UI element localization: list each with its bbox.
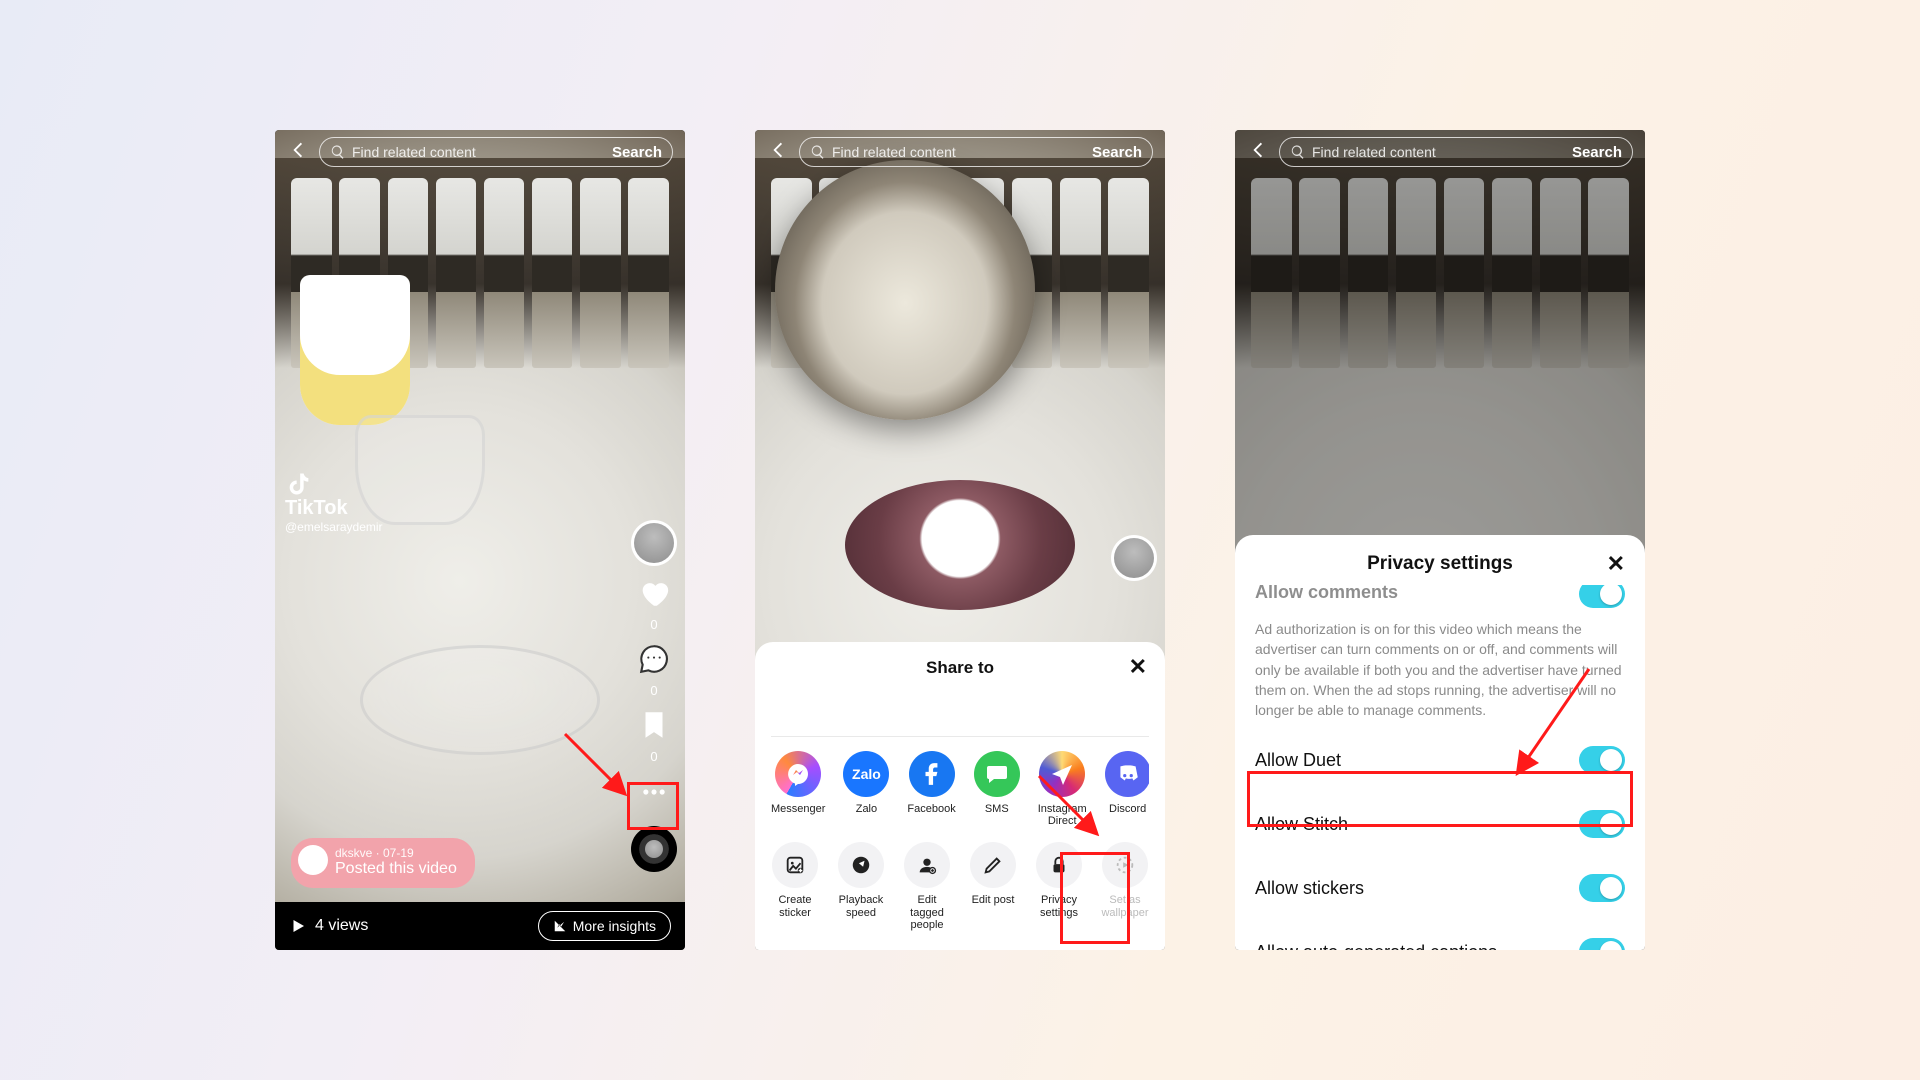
search-placeholder: Find related content [352, 144, 606, 160]
comments-helper-text: Ad authorization is on for this video wh… [1255, 619, 1625, 720]
video-background [275, 130, 685, 950]
search-button[interactable]: Search [612, 144, 662, 161]
post-toast[interactable]: dkskve · 07-19 Posted this video [291, 838, 475, 888]
tool-set-wallpaper: Set as wallpaper [1101, 842, 1149, 932]
toggle-allow-stickers[interactable] [1579, 874, 1625, 902]
search-input[interactable]: Find related content Search [799, 137, 1153, 167]
back-icon[interactable] [287, 139, 309, 166]
tool-edit-tagged[interactable]: Edit tagged people [903, 842, 951, 932]
row-allow-captions: Allow auto-generated captions [1255, 920, 1625, 950]
bookmark-button[interactable]: 0 [637, 708, 671, 764]
search-placeholder: Find related content [1312, 144, 1566, 160]
back-icon[interactable] [1247, 139, 1269, 166]
share-instagram[interactable]: Instagram Direct [1038, 751, 1087, 828]
more-options-button[interactable] [636, 774, 672, 810]
phone-3: Find related content Search Privacy sett… [1235, 130, 1645, 950]
tool-privacy-settings[interactable]: Privacy settings [1035, 842, 1083, 932]
row-allow-duet: Allow Duet [1255, 728, 1625, 792]
share-sheet: Share to ✕ Messenger ZaloZalo Facebook S… [755, 642, 1165, 950]
tool-create-sticker[interactable]: Create sticker [771, 842, 819, 932]
privacy-title: Privacy settings [1367, 553, 1513, 574]
toggle-allow-duet[interactable] [1579, 746, 1625, 774]
share-zalo[interactable]: ZaloZalo [843, 751, 889, 828]
phone-1: Find related content Search TikTok @emel… [275, 130, 685, 950]
search-input[interactable]: Find related content Search [1279, 137, 1633, 167]
row-allow-comments: Allow comments [1255, 585, 1625, 615]
like-count: 0 [650, 617, 657, 632]
share-discord[interactable]: Discord [1105, 751, 1149, 828]
like-button[interactable]: 0 [637, 576, 671, 632]
share-sms[interactable]: SMS [974, 751, 1020, 828]
row-allow-stickers: Allow stickers [1255, 856, 1625, 920]
sound-disc[interactable] [631, 826, 677, 872]
more-insights-button[interactable]: More insights [538, 911, 671, 941]
avatar-icon [298, 845, 328, 875]
lock-icon [1048, 854, 1070, 876]
views-count: 4 views [289, 917, 368, 935]
phone-2: Find related content Search Share to ✕ M… [755, 130, 1165, 950]
back-icon[interactable] [767, 139, 789, 166]
toast-meta: dkskve · 07-19 [335, 846, 457, 860]
search-button[interactable]: Search [1092, 144, 1142, 161]
toast-text: Posted this video [335, 860, 457, 878]
play-icon [289, 917, 307, 935]
share-messenger[interactable]: Messenger [771, 751, 825, 828]
comment-button[interactable]: 0 [637, 642, 671, 698]
privacy-settings-sheet: Privacy settings ✕ Allow comments Ad aut… [1235, 535, 1645, 950]
tool-edit-post[interactable]: Edit post [969, 842, 1017, 932]
tiktok-watermark: TikTok @emelsaraydemir [285, 470, 383, 534]
profile-avatar[interactable] [631, 520, 677, 566]
search-placeholder: Find related content [832, 144, 1086, 160]
close-icon[interactable]: ✕ [1607, 551, 1625, 577]
comment-count: 0 [650, 683, 657, 698]
toggle-allow-captions[interactable] [1579, 938, 1625, 950]
bookmark-count: 0 [650, 749, 657, 764]
search-icon [1290, 144, 1306, 160]
search-icon [330, 144, 346, 160]
row-allow-stitch: Allow Stitch [1255, 792, 1625, 856]
chart-icon [553, 919, 567, 933]
profile-avatar[interactable] [1111, 535, 1157, 581]
toggle-allow-stitch[interactable] [1579, 810, 1625, 838]
share-facebook[interactable]: Facebook [907, 751, 955, 828]
share-title: Share to [926, 658, 994, 677]
search-button[interactable]: Search [1572, 144, 1622, 161]
tool-playback-speed[interactable]: Playback speed [837, 842, 885, 932]
search-icon [810, 144, 826, 160]
toggle-allow-comments[interactable] [1579, 585, 1625, 608]
close-icon[interactable]: ✕ [1129, 654, 1147, 680]
search-input[interactable]: Find related content Search [319, 137, 673, 167]
